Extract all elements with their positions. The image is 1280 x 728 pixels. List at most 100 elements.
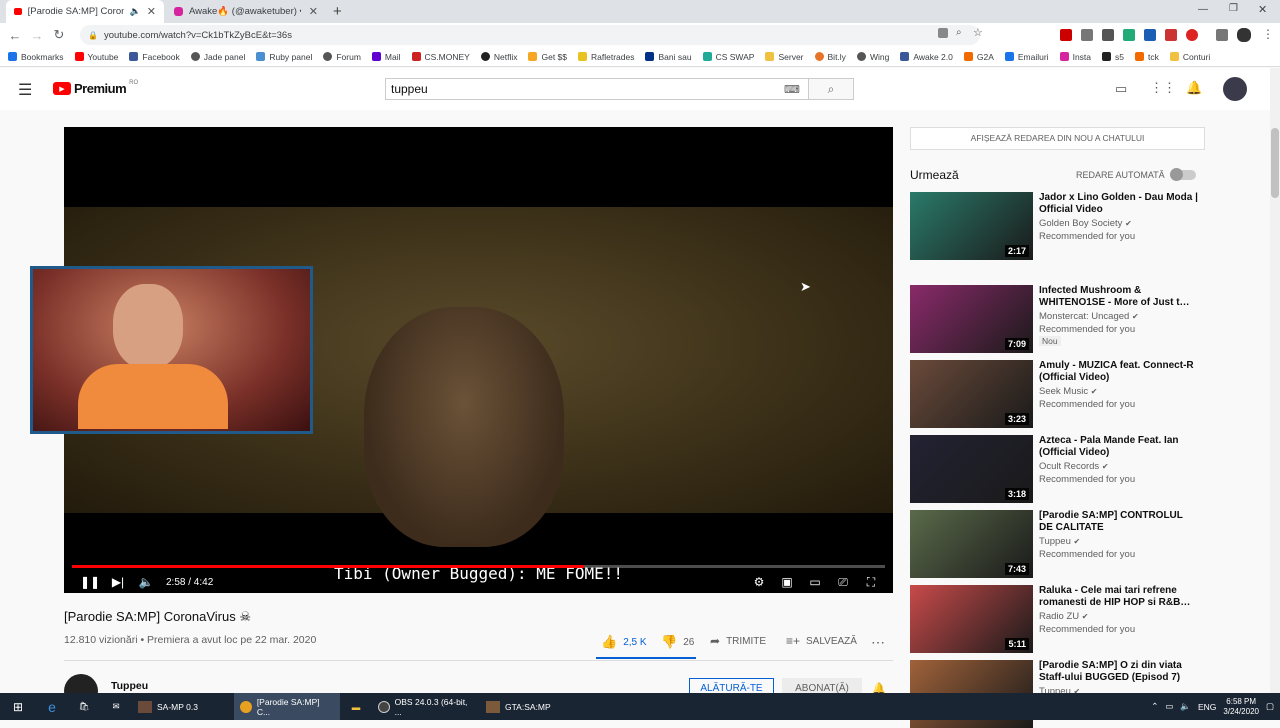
new-tab-icon[interactable]: + (333, 3, 342, 20)
fullscreen-icon[interactable]: ⛶ (857, 575, 885, 590)
bookmark-item[interactable]: Server (765, 52, 804, 62)
bookmark-item[interactable]: Mail (371, 52, 401, 62)
recommendation-item[interactable]: 7:09 Infected Mushroom & WHITENO1SE - Mor… (910, 285, 1206, 353)
taskbar-app[interactable]: SA-MP 0.3 (132, 693, 234, 720)
autoplay-toggle[interactable] (1170, 168, 1196, 181)
extension-icon[interactable] (1060, 29, 1072, 41)
volume-icon[interactable]: 🔈 (132, 575, 160, 589)
clock[interactable]: 6:58 PM 3/24/2020 (1223, 697, 1259, 717)
miniplayer-icon[interactable]: ▣ (773, 575, 801, 589)
bookmark-item[interactable]: Jade panel (190, 52, 245, 62)
recommendation-title[interactable]: Amuly - MUZICA feat. Connect-R (Official… (1039, 360, 1199, 384)
recommendation-title[interactable]: Jador x Lino Golden - Dau Moda | Officia… (1039, 192, 1199, 216)
like-button[interactable]: 👍 2,5 K (601, 634, 647, 650)
tab-youtube[interactable]: [Parodie SA:MP] CoronaVirus 🔈 ✕ (6, 0, 164, 23)
youtube-logo[interactable]: ▶ Premium RO (53, 80, 138, 96)
volume-tray-icon[interactable]: 🔈 (1180, 701, 1191, 712)
recommendation-title[interactable]: Raluka - Cele mai tari refrene romanesti… (1039, 585, 1199, 609)
restore-icon[interactable]: ❐ (1229, 3, 1238, 14)
pause-icon[interactable]: ❚❚ (76, 575, 104, 589)
bookmark-item[interactable]: G2A (963, 52, 994, 62)
menu-dots-icon[interactable]: ⋮ (1262, 27, 1274, 41)
bookmark-item[interactable]: Bit.ly (814, 52, 846, 62)
account-avatar[interactable] (1223, 77, 1247, 101)
keyboard-icon[interactable]: ⌨ (784, 83, 800, 96)
bookmark-item[interactable]: Ruby panel (256, 52, 312, 62)
zoom-icon[interactable]: ⌕ (956, 27, 962, 38)
theater-mode-icon[interactable]: ▭ (801, 575, 829, 589)
recommendation-title[interactable]: Infected Mushroom & WHITENO1SE - More of… (1039, 285, 1199, 309)
reload-icon[interactable]: ↻ (48, 27, 70, 43)
cast-icon[interactable]: ⎚ (829, 575, 857, 590)
video-thumbnail[interactable]: 3:18 (910, 435, 1033, 503)
bookmark-item[interactable]: s5 (1102, 52, 1124, 62)
puzzle-icon[interactable] (1216, 29, 1228, 41)
close-tab-icon[interactable]: ✕ (147, 5, 156, 18)
page-scrollbar[interactable] (1270, 68, 1280, 693)
recommendation-item[interactable]: 2:17 Jador x Lino Golden - Dau Moda | Off… (910, 192, 1206, 260)
extension-icon[interactable] (1186, 29, 1198, 41)
bookmark-item[interactable]: Insta (1059, 52, 1091, 62)
recommendation-item[interactable]: 5:11 Raluka - Cele mai tari refrene roman… (910, 585, 1206, 653)
mail-icon[interactable]: ✉ (100, 693, 132, 720)
forward-icon[interactable]: → (26, 28, 48, 43)
bookmark-item[interactable]: Emailuri (1004, 52, 1049, 62)
extension-icon[interactable] (1165, 29, 1177, 41)
save-button[interactable]: ≡+ SALVEAZĂ (786, 634, 857, 648)
bookmark-item[interactable]: CS.MONEY (411, 52, 470, 62)
profile-avatar[interactable] (1237, 28, 1251, 42)
file-explorer-icon[interactable]: ▬ (340, 693, 372, 720)
bookmark-item[interactable]: Awake 2.0 (900, 52, 953, 62)
bookmark-item[interactable]: tck (1135, 52, 1159, 62)
recommendation-title[interactable]: [Parodie SA:MP] CONTROLUL DE CALITATE (1039, 510, 1199, 534)
recommendation-item[interactable]: 3:23 Amuly - MUZICA feat. Connect-R (Offi… (910, 360, 1206, 428)
taskbar-app[interactable]: [Parodie SA:MP] C... (234, 693, 340, 720)
taskbar-app[interactable]: GTA:SA:MP (480, 693, 560, 720)
close-window-icon[interactable]: ✕ (1258, 3, 1267, 16)
close-tab-icon[interactable]: ✕ (309, 5, 318, 18)
bookmark-item[interactable]: Get $$ (528, 52, 567, 62)
extension-icon[interactable] (1081, 29, 1093, 41)
recommendation-item[interactable]: 3:18 Azteca - Pala Mande Feat. Ian (Offic… (910, 435, 1206, 503)
video-thumbnail[interactable]: 3:23 (910, 360, 1033, 428)
video-thumbnail[interactable]: 7:43 (910, 510, 1033, 578)
tray-up-icon[interactable]: ⌃ (1151, 701, 1158, 712)
search-button[interactable]: ⌕ (808, 78, 854, 100)
extension-icon[interactable] (1144, 29, 1156, 41)
bookmark-item[interactable]: Bookmarks (8, 52, 64, 62)
channel-name[interactable]: Tuppeu (111, 680, 148, 692)
url-field[interactable]: 🔒 youtube.com/watch?v=Ck1bTkZyBcE&t=36s … (80, 25, 983, 45)
hamburger-menu-icon[interactable]: ☰ (18, 80, 32, 100)
network-icon[interactable]: ▭ (1165, 701, 1173, 712)
share-button[interactable]: ➦ TRIMITE (710, 634, 766, 648)
recommendation-title[interactable]: [Parodie SA:MP] O zi din viata Staff-ulu… (1039, 660, 1199, 684)
video-thumbnail[interactable]: 5:11 (910, 585, 1033, 653)
bookmark-item[interactable]: Netflix (480, 52, 517, 62)
translate-icon[interactable] (938, 28, 948, 38)
progress-bar[interactable] (72, 565, 885, 568)
more-actions-icon[interactable]: ⋯ (871, 634, 885, 651)
back-icon[interactable]: ← (4, 28, 26, 43)
language-indicator[interactable]: ENG (1198, 702, 1216, 712)
bookmark-item[interactable]: Youtube (74, 52, 118, 62)
bookmark-item[interactable]: Wing (856, 52, 889, 62)
start-icon[interactable]: ⊞ (0, 693, 36, 720)
bookmark-item[interactable]: Forum (323, 52, 361, 62)
next-icon[interactable]: ▶| (104, 575, 132, 589)
settings-icon[interactable]: ⚙ (745, 575, 773, 589)
speaker-icon[interactable]: 🔈 (130, 6, 141, 17)
extension-icon[interactable] (1102, 29, 1114, 41)
minimize-icon[interactable]: — (1198, 4, 1208, 15)
scrollbar-thumb[interactable] (1271, 128, 1279, 198)
bookmark-item[interactable]: Bani sau (645, 52, 692, 62)
video-thumbnail[interactable]: 2:17 (910, 192, 1033, 260)
bookmark-item[interactable]: Facebook (129, 52, 180, 62)
search-input[interactable]: tuppeu ⌨ (385, 78, 809, 100)
tab-instagram[interactable]: Awake🔥 (@awaketuber) • Fotog ✕ (166, 0, 326, 23)
video-thumbnail[interactable]: 7:09 (910, 285, 1033, 353)
store-icon[interactable]: 🛍 (68, 693, 100, 720)
star-icon[interactable]: ☆ (973, 26, 983, 39)
notification-icon[interactable]: ▢ (1266, 701, 1274, 712)
dislike-button[interactable]: 👎 26 (661, 634, 694, 650)
edge-icon[interactable]: e (36, 693, 68, 720)
